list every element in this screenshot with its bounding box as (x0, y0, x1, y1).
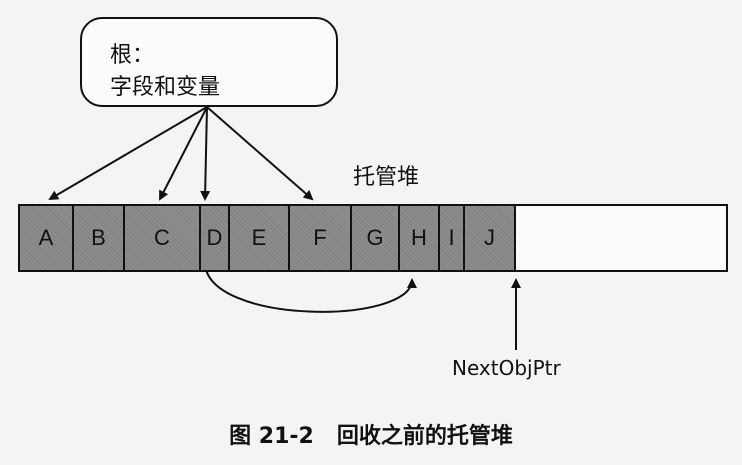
heap-object-d: D (201, 206, 230, 270)
heap-object-h: H (400, 206, 440, 270)
heap-object-i: I (440, 206, 465, 270)
heap-object-g: G (352, 206, 400, 270)
heap-object-b: B (74, 206, 125, 270)
next-obj-ptr-label: NextObjPtr (452, 356, 561, 380)
heap-object-c: C (125, 206, 201, 270)
managed-heap: A B C D E F G H I J (18, 204, 728, 272)
root-arrow-to-d (200, 106, 211, 201)
diagram-canvas: 根： 字段和变量 托管堆 A B C D E F G H I J NextObj… (0, 0, 742, 465)
heap-object-a: A (20, 206, 74, 270)
root-arrow-to-a (48, 106, 208, 201)
heap-label: 托管堆 (353, 165, 420, 190)
heap-object-f: F (290, 206, 352, 270)
heap-object-e: E (230, 206, 290, 270)
figure-caption: 图 21-2 回收之前的托管堆 (229, 424, 513, 449)
heap-object-j: J (465, 206, 516, 270)
roots-subtitle: 字段和变量 (110, 75, 221, 100)
root-arrow-to-f (206, 106, 314, 201)
root-arrow-to-c (159, 106, 208, 201)
roots-box: 根： 字段和变量 (80, 17, 338, 107)
roots-title: 根： (110, 43, 155, 68)
